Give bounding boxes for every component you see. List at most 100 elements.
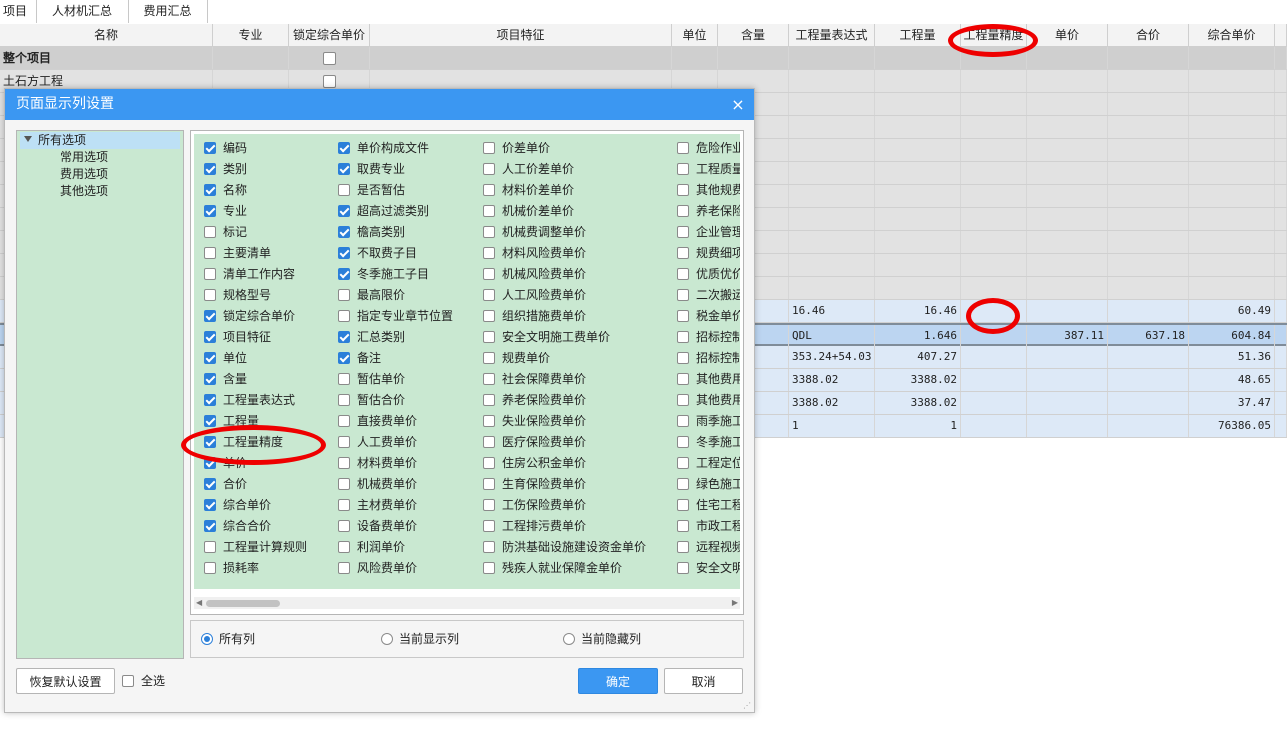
column-option[interactable]: 机械费调整单价 <box>483 222 586 242</box>
column-option[interactable]: 人工价差单价 <box>483 159 574 179</box>
column-option[interactable]: 远程视频 <box>677 537 740 557</box>
column-option[interactable]: 清单工作内容 <box>204 264 295 284</box>
checkbox-icon[interactable] <box>338 541 350 553</box>
column-option[interactable]: 是否暂估 <box>338 180 405 200</box>
checkbox-icon[interactable] <box>483 394 495 406</box>
checkbox-icon[interactable] <box>338 289 350 301</box>
column-header[interactable]: 工程量表达式 <box>789 24 875 47</box>
checkbox-icon[interactable] <box>483 268 495 280</box>
column-header[interactable]: 单位 <box>672 24 718 47</box>
checkbox-icon[interactable] <box>204 352 216 364</box>
checkbox-icon[interactable] <box>483 142 495 154</box>
column-option[interactable]: 规费单价 <box>483 348 550 368</box>
checkbox-icon[interactable] <box>338 373 350 385</box>
checkbox-icon[interactable] <box>338 457 350 469</box>
tree-item-common[interactable]: 常用选项 <box>60 149 108 166</box>
checkbox-icon[interactable] <box>677 205 689 217</box>
column-header[interactable]: 锁定综合单价 <box>289 24 370 47</box>
checkbox-icon[interactable] <box>338 268 350 280</box>
checkbox-icon[interactable] <box>338 520 350 532</box>
column-option[interactable]: 二次搬运 <box>677 285 740 305</box>
restore-defaults-button[interactable]: 恢复默认设置 <box>16 668 115 694</box>
expand-triangle-icon[interactable] <box>24 136 32 142</box>
column-option[interactable]: 利润单价 <box>338 537 405 557</box>
column-header[interactable]: 综合单价 <box>1189 24 1275 47</box>
checkbox-icon[interactable] <box>204 394 216 406</box>
checkbox-icon[interactable] <box>204 457 216 469</box>
checkbox-icon[interactable] <box>204 499 216 511</box>
checkbox-icon[interactable] <box>338 331 350 343</box>
column-option[interactable]: 机械价差单价 <box>483 201 574 221</box>
checkbox-icon[interactable] <box>338 142 350 154</box>
checkbox-icon[interactable] <box>483 310 495 322</box>
checkbox-icon[interactable] <box>338 415 350 427</box>
column-option[interactable]: 工程排污费单价 <box>483 516 586 536</box>
checkbox-icon[interactable] <box>677 394 689 406</box>
checkbox-icon[interactable] <box>204 142 216 154</box>
column-option[interactable]: 工程量精度 <box>204 432 283 452</box>
checkbox-icon[interactable] <box>677 478 689 490</box>
column-option[interactable]: 残疾人就业保障金单价 <box>483 558 622 578</box>
checkbox-icon[interactable] <box>338 436 350 448</box>
checkbox-icon[interactable] <box>483 226 495 238</box>
checkbox-icon[interactable] <box>204 310 216 322</box>
column-option[interactable]: 养老保险费单价 <box>483 390 586 410</box>
column-option[interactable]: 主要清单 <box>204 243 271 263</box>
checkbox-icon[interactable] <box>204 205 216 217</box>
column-option[interactable]: 单价构成文件 <box>338 138 429 158</box>
column-option[interactable]: 指定专业章节位置 <box>338 306 453 326</box>
checkbox-icon[interactable] <box>483 163 495 175</box>
column-header[interactable]: 名称 <box>0 24 213 47</box>
checkbox-icon[interactable] <box>483 415 495 427</box>
checkbox-icon[interactable] <box>483 520 495 532</box>
column-option[interactable]: 工程量计算规则 <box>204 537 307 557</box>
checkbox-icon[interactable] <box>204 415 216 427</box>
column-option[interactable]: 单价 <box>204 453 247 473</box>
column-option[interactable]: 住房公积金单价 <box>483 453 586 473</box>
checkbox-icon[interactable] <box>483 247 495 259</box>
checkbox-icon[interactable] <box>483 331 495 343</box>
column-option[interactable]: 工程量 <box>204 411 259 431</box>
column-option[interactable]: 材料价差单价 <box>483 180 574 200</box>
column-option[interactable]: 其他费用 <box>677 369 740 389</box>
checkbox-icon[interactable] <box>677 457 689 469</box>
tree-item-all-options[interactable]: 所有选项 <box>20 132 180 149</box>
ok-button[interactable]: 确定 <box>578 668 658 694</box>
checkbox-icon[interactable] <box>677 415 689 427</box>
column-option[interactable]: 招标控制 <box>677 348 740 368</box>
checkbox-icon[interactable] <box>483 499 495 511</box>
column-option[interactable]: 工程量表达式 <box>204 390 295 410</box>
column-option[interactable]: 材料费单价 <box>338 453 417 473</box>
radio-visible-columns[interactable]: 当前显示列 <box>381 631 459 647</box>
column-option[interactable]: 规费细项 <box>677 243 740 263</box>
cancel-button[interactable]: 取消 <box>664 668 743 694</box>
column-option[interactable]: 市政工程 <box>677 516 740 536</box>
column-option[interactable]: 机械费单价 <box>338 474 417 494</box>
checkbox-icon[interactable] <box>204 478 216 490</box>
column-header[interactable]: 合价 <box>1108 24 1189 47</box>
column-option[interactable]: 锁定综合单价 <box>204 306 295 326</box>
resize-grip-icon[interactable]: ⋰ <box>743 701 751 710</box>
select-all-checkbox[interactable]: 全选 <box>122 673 165 689</box>
radio-hidden-columns[interactable]: 当前隐藏列 <box>563 631 641 647</box>
checkbox-icon[interactable] <box>677 142 689 154</box>
column-header[interactable]: 含量 <box>718 24 789 47</box>
column-option[interactable]: 防洪基础设施建设资金单价 <box>483 537 646 557</box>
column-option[interactable]: 名称 <box>204 180 247 200</box>
column-option[interactable]: 绿色施工 <box>677 474 740 494</box>
column-option[interactable]: 主材费单价 <box>338 495 417 515</box>
column-option[interactable]: 危险作业 <box>677 138 740 158</box>
checkbox-icon[interactable] <box>338 184 350 196</box>
column-option[interactable]: 综合单价 <box>204 495 271 515</box>
column-option[interactable]: 类别 <box>204 159 247 179</box>
column-option[interactable]: 优质优价 <box>677 264 740 284</box>
column-option[interactable]: 价差单价 <box>483 138 550 158</box>
checkbox-icon[interactable] <box>483 478 495 490</box>
column-option[interactable]: 冬季施工子目 <box>338 264 429 284</box>
checkbox-icon[interactable] <box>204 331 216 343</box>
checkbox-icon[interactable] <box>204 226 216 238</box>
tab-fee-summary[interactable]: 费用汇总 <box>128 0 208 23</box>
column-option[interactable]: 人工风险费单价 <box>483 285 586 305</box>
checkbox-icon[interactable] <box>338 226 350 238</box>
column-option[interactable]: 专业 <box>204 201 247 221</box>
